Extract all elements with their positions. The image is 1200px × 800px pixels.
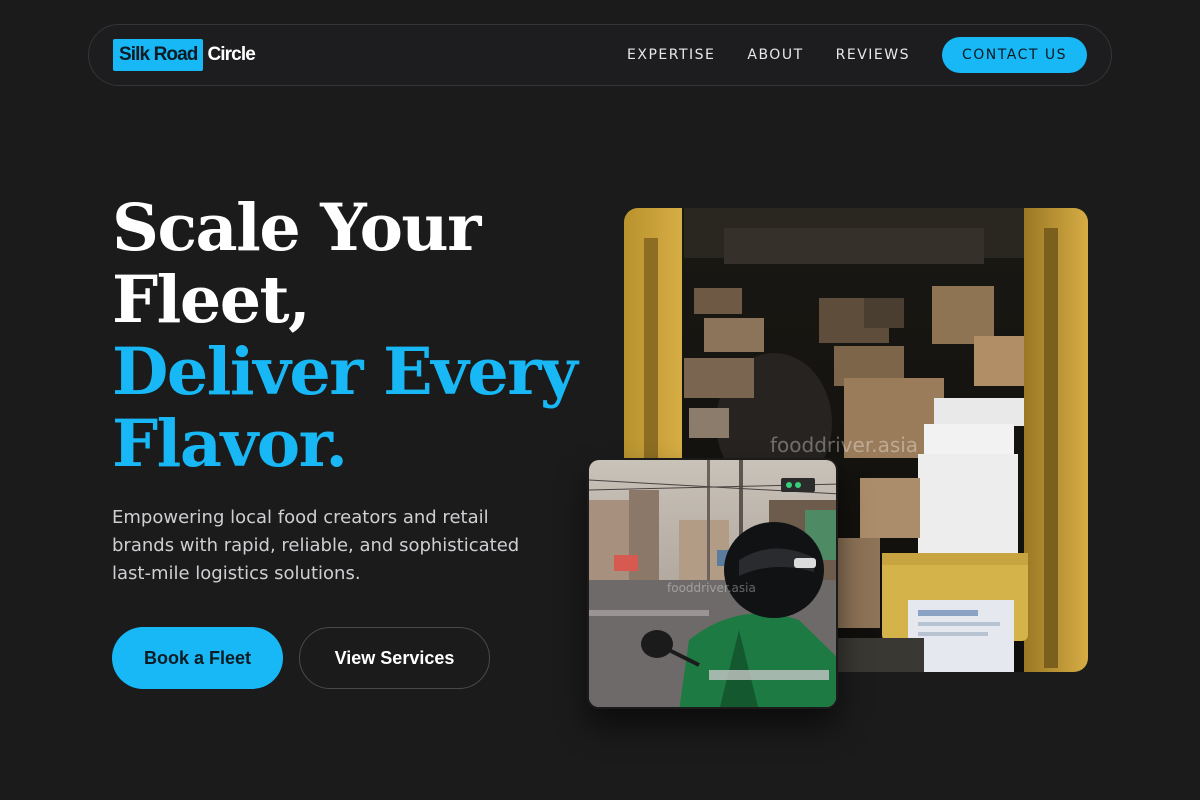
headline-line-1: Scale Your [112,190,481,266]
brand-logo-text: Circle [207,44,255,65]
book-a-fleet-button[interactable]: Book a Fleet [112,627,283,689]
brand-logo-highlight: Silk Road [113,39,204,71]
delivery-rider-image: fooddriver.asia [587,458,838,709]
nav-link-about[interactable]: ABOUT [747,47,803,63]
nav-link-expertise[interactable]: EXPERTISE [627,47,715,63]
brand-logo[interactable]: Silk Road Circle [113,39,256,71]
rider-watermark: fooddriver.asia [667,581,756,595]
hero-headline: Scale Your Fleet, Deliver Every Flavor. [112,190,578,482]
hero-subtitle: Empowering local food creators and retai… [112,507,520,584]
headline-line-4: Flavor. [112,406,348,482]
van-watermark: fooddriver.asia [770,433,918,457]
contact-us-button[interactable]: CONTACT US [942,37,1087,73]
top-navbar: Silk Road Circle EXPERTISE ABOUT REVIEWS… [88,24,1112,86]
nav-links: EXPERTISE ABOUT REVIEWS CONTACT US [627,37,1087,73]
nav-link-reviews[interactable]: REVIEWS [836,47,910,63]
headline-line-2: Fleet, [112,262,311,338]
view-services-button[interactable]: View Services [299,627,490,689]
headline-line-3: Deliver Every [112,334,578,410]
